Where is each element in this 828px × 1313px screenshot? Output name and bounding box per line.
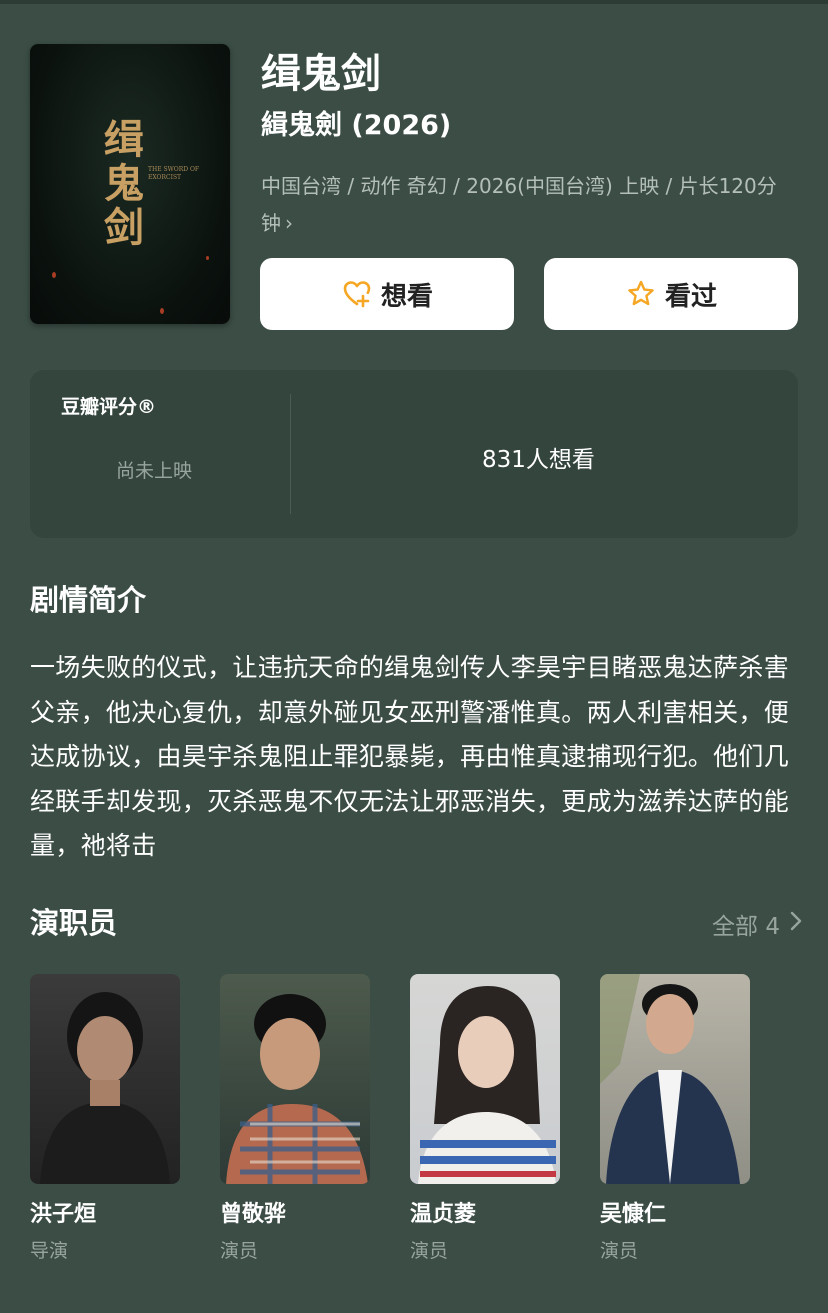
cast-member[interactable]: 洪子烜 导演 [30,974,180,1262]
want-to-watch-button[interactable]: 想看 [260,258,514,330]
cast-heading: 演职员 [30,906,118,940]
want-count: 831人想看 [482,447,595,473]
watched-button[interactable]: 看过 [544,258,798,330]
top-strip [0,0,828,4]
watched-label: 看过 [664,281,717,312]
cast-role: 演员 [600,1240,639,1262]
cast-member[interactable]: 吴慷仁 演员 [600,974,750,1262]
cast-role: 演员 [220,1240,259,1262]
douban-rating-label: 豆瓣评分® [61,396,157,418]
want-to-watch-label: 想看 [380,281,433,312]
cast-view-all-link[interactable]: 全部 4 [712,907,802,941]
movie-original-title: 緝鬼劍 (2026) [261,110,452,141]
cast-view-all-label: 全部 4 [712,914,780,940]
movie-poster[interactable]: 缉鬼剑 THE SWORD OF EXORCIST [30,44,230,324]
chevron-right-icon: › [285,211,293,235]
cast-role: 演员 [410,1240,449,1262]
cast-member[interactable]: 温贞菱 演员 [410,974,560,1262]
cast-photo [220,974,370,1184]
poster-title: 缉鬼剑 [104,116,144,251]
cast-photo [600,974,750,1184]
ember-decoration [52,272,56,278]
cast-photo [410,974,560,1184]
cast-name: 温贞菱 [410,1202,477,1227]
movie-meta[interactable]: 中国台湾 / 动作 奇幻 / 2026(中国台湾) 上映 / 片长120分钟 › [261,168,801,242]
chevron-right-icon [790,911,802,937]
cast-role: 导演 [30,1240,69,1262]
cast-member[interactable]: 曾敬骅 演员 [220,974,370,1262]
rating-status: 尚未上映 [116,460,193,482]
poster-subtitle: THE SWORD OF EXORCIST [148,166,200,181]
cast-name: 曾敬骅 [220,1202,287,1227]
cast-name: 吴慷仁 [600,1202,667,1227]
rating-card: 豆瓣评分® 尚未上映 831人想看 [30,370,798,538]
movie-meta-text: 中国台湾 / 动作 奇幻 / 2026(中国台湾) 上映 / 片长120分钟 [261,174,777,235]
synopsis-heading: 剧情简介 [30,583,147,617]
cast-name: 洪子烜 [30,1202,97,1227]
rating-divider [290,394,291,514]
ember-decoration [206,256,209,260]
star-icon [625,278,657,310]
movie-title: 缉鬼剑 [261,51,381,97]
synopsis-text[interactable]: 一场失败的仪式，让违抗天命的缉鬼剑传人李昊宇目睹恶鬼达萨杀害父亲，他决心复仇，却… [30,646,798,862]
heart-plus-icon [341,278,373,310]
ember-decoration [160,308,164,314]
cast-photo [30,974,180,1184]
